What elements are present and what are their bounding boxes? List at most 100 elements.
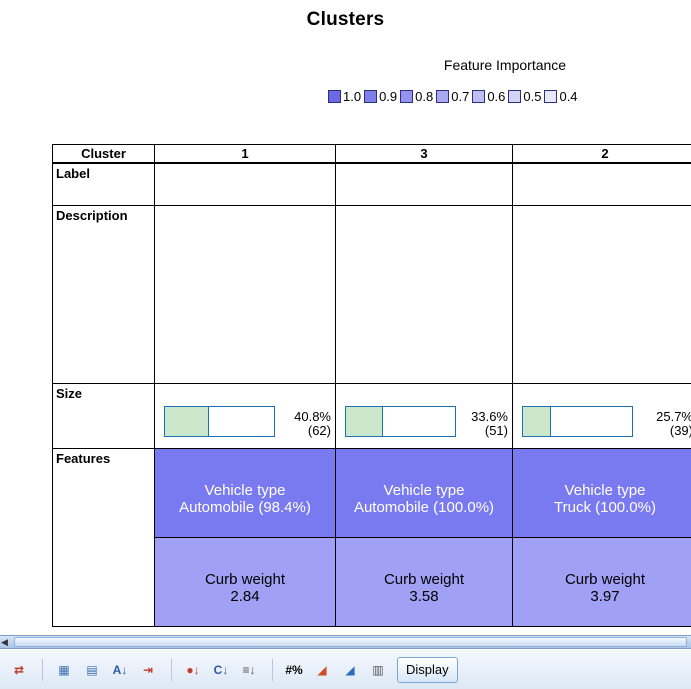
size-bar-fill [523, 407, 551, 436]
row-label-size: Size [52, 383, 155, 449]
label-row: Label [52, 162, 691, 206]
size-cell: 25.7% (39) [512, 383, 691, 449]
feature-value: 2.84 [230, 588, 260, 605]
chart-alt-icon[interactable]: ◢ [337, 657, 363, 683]
label-cell[interactable] [154, 162, 336, 206]
feature-cell[interactable]: Vehicle type Automobile (98.4%) [154, 448, 336, 538]
size-cell: 40.8% (62) [154, 383, 336, 449]
feature-cell[interactable]: Curb weight 2.84 [154, 537, 336, 627]
feature-cell[interactable]: Curb weight 3.58 [335, 537, 513, 627]
size-value: 40.8% (62) [294, 410, 331, 438]
transpose-icon[interactable]: ⇄ [6, 657, 32, 683]
size-bar-fill [346, 407, 383, 436]
scroll-left-icon[interactable]: ◀ [1, 637, 11, 647]
size-bar [522, 406, 633, 437]
legend-item: 0.7 [436, 89, 469, 104]
feature-name: Vehicle type [564, 482, 646, 499]
percent-icon[interactable]: #% [281, 657, 307, 683]
page-title: Clusters [306, 9, 385, 30]
legend-label: 0.5 [523, 89, 542, 104]
feature-name: Vehicle type [383, 482, 465, 499]
toolbar-separator [272, 658, 273, 681]
grid-alt-icon[interactable]: ▤ [79, 657, 105, 683]
legend-swatch [544, 90, 558, 103]
feature-value: 3.97 [590, 588, 620, 605]
size-value: 25.7% (39) [656, 410, 691, 438]
sort-clusters-icon[interactable]: ●↓ [180, 657, 206, 683]
scroll-thumb[interactable] [14, 637, 687, 647]
cluster-col-header[interactable]: 1 [154, 144, 336, 164]
sort-by-size-icon[interactable]: ≡↓ [236, 657, 262, 683]
cluster-viewer: Clusters Feature Importance 1.0 0.9 0.8 0.7… [0, 0, 691, 689]
sort-features-icon[interactable]: C↓ [208, 657, 234, 683]
row-label-label: Label [52, 162, 155, 206]
legend-label: 0.4 [559, 89, 578, 104]
size-percent: 25.7% [656, 409, 691, 424]
horizontal-scrollbar[interactable]: ◀ [0, 635, 691, 649]
legend-item: 0.8 [400, 89, 433, 104]
sort-columns-icon[interactable]: ⇥ [135, 657, 161, 683]
feature-curb-weight[interactable]: Curb weight 3.97 [513, 538, 691, 626]
size-bar [345, 406, 456, 437]
feature-cell[interactable]: Vehicle type Truck (100.0%) [512, 448, 691, 538]
legend-swatch [472, 90, 486, 103]
size-row: Size 40.8% (62) 33.6% (51) 25.7% (39) [52, 383, 691, 449]
size-percent: 33.6% [471, 409, 508, 424]
feature-value: 3.58 [409, 588, 439, 605]
legend-label: 0.9 [379, 89, 398, 104]
size-count: (62) [307, 423, 331, 438]
row-label-description: Description [52, 205, 155, 384]
feature-name: Curb weight [564, 571, 646, 588]
layout-icon[interactable]: ▥ [365, 657, 391, 683]
feature-name: Curb weight [204, 571, 286, 588]
toolbar-separator [42, 658, 43, 681]
chart-icon[interactable]: ◢ [309, 657, 335, 683]
feature-vehicle-type[interactable]: Vehicle type Automobile (98.4%) [155, 449, 335, 537]
legend-label: 1.0 [343, 89, 362, 104]
row-label-features: Features [52, 448, 155, 627]
legend-swatch [364, 90, 378, 103]
size-value: 33.6% (51) [471, 410, 508, 438]
size-count: (39) [669, 423, 691, 438]
feature-value: Truck (100.0%) [554, 499, 656, 516]
legend-item: 1.0 [328, 89, 361, 104]
feature-curb-weight[interactable]: Curb weight 3.58 [336, 538, 512, 626]
feature-vehicle-type[interactable]: Vehicle type Automobile (100.0%) [336, 449, 512, 537]
description-cell[interactable] [154, 205, 336, 384]
legend-label: 0.7 [451, 89, 470, 104]
feature-cell[interactable]: Curb weight 3.97 [512, 537, 691, 627]
cluster-col-header[interactable]: 3 [335, 144, 513, 164]
description-cell[interactable] [512, 205, 691, 384]
table-header-row: Cluster 1 3 2 [52, 144, 691, 164]
legend-item: 0.4 [544, 89, 578, 104]
size-cell: 33.6% (51) [335, 383, 513, 449]
legend-item: 0.5 [508, 89, 541, 104]
cluster-header[interactable]: Cluster [52, 144, 155, 164]
size-bar [164, 406, 275, 437]
features-row: Features Vehicle type Automobile (98.4%)… [52, 448, 691, 627]
display-button[interactable]: Display [397, 656, 458, 683]
legend-swatch [436, 90, 450, 103]
feature-cell[interactable]: Vehicle type Automobile (100.0%) [335, 448, 513, 538]
description-cell[interactable] [335, 205, 513, 384]
feature-value: Automobile (100.0%) [353, 499, 495, 516]
legend-swatch [328, 90, 341, 103]
size-bar-fill [165, 407, 210, 436]
legend-label: 0.6 [487, 89, 506, 104]
grid-view-icon[interactable]: ▦ [51, 657, 77, 683]
size-count: (51) [484, 423, 508, 438]
feature-value: Automobile (98.4%) [179, 499, 311, 516]
label-cell[interactable] [512, 162, 691, 206]
legend-swatch [508, 90, 522, 103]
cluster-col-header[interactable]: 2 [512, 144, 691, 164]
size-percent: 40.8% [294, 409, 331, 424]
toolbar-separator [171, 658, 172, 681]
feature-curb-weight[interactable]: Curb weight 2.84 [155, 538, 335, 626]
sort-az-icon[interactable]: A↓ [107, 657, 133, 683]
feature-importance-legend: 1.0 0.9 0.8 0.7 0.6 0.5 0.4 [328, 89, 581, 104]
label-cell[interactable] [335, 162, 513, 206]
feature-name: Curb weight [383, 571, 465, 588]
feature-vehicle-type[interactable]: Vehicle type Truck (100.0%) [513, 449, 691, 537]
legend-item: 0.6 [472, 89, 505, 104]
feature-name: Vehicle type [204, 482, 286, 499]
